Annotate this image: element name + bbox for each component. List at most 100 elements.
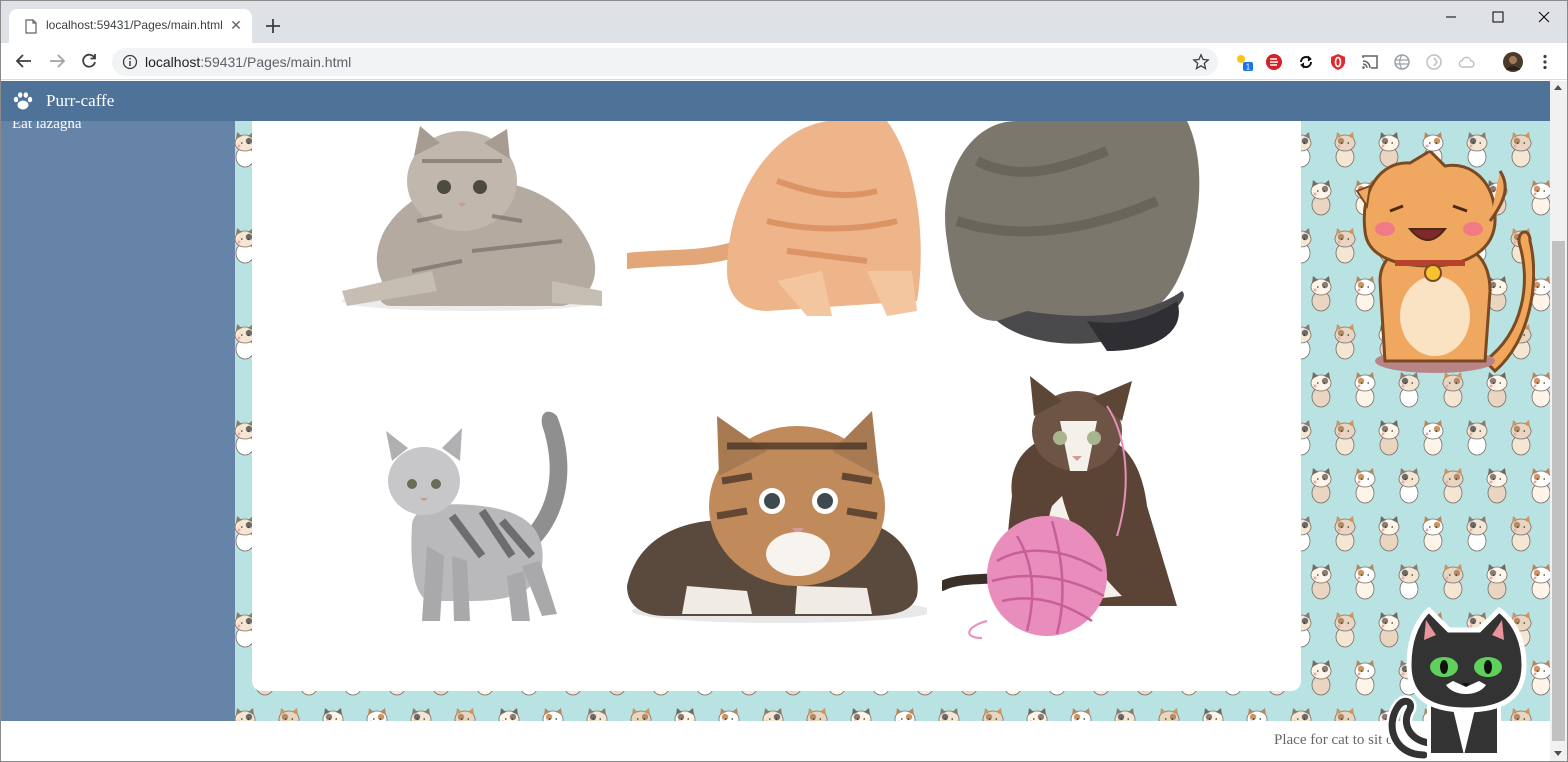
pattern-cat — [322, 708, 344, 721]
plus-icon[interactable] — [263, 16, 283, 36]
pattern-cat — [1202, 708, 1224, 721]
extension-notify-icon[interactable]: 1 — [1235, 53, 1253, 71]
pattern-cat — [938, 708, 960, 721]
paw-icon[interactable] — [12, 91, 34, 111]
pattern-cat — [1334, 228, 1356, 264]
pattern-cat — [1310, 564, 1332, 600]
tab-strip: localhost:59431/Pages/main.html ✕ — [1, 1, 1567, 43]
cast-icon[interactable] — [1361, 53, 1379, 71]
pattern-cat — [1070, 708, 1092, 721]
orange-kitten-stretching-image — [627, 121, 921, 316]
extension-opera-icon[interactable] — [1329, 53, 1347, 71]
cat-gallery — [252, 121, 1301, 691]
pattern-cat — [1422, 516, 1444, 552]
maximize-icon[interactable] — [1488, 7, 1508, 27]
scroll-thumb[interactable] — [1552, 241, 1565, 741]
pattern-cat — [1378, 516, 1400, 552]
pattern-cat — [1290, 708, 1312, 721]
browser-window: localhost:59431/Pages/main.html ✕ localh… — [0, 0, 1568, 762]
pattern-cat — [1114, 708, 1136, 721]
scroll-up-arrow-icon[interactable] — [1554, 85, 1562, 90]
pattern-cat — [1378, 420, 1400, 456]
url-path: :59431/Pages/main.html — [200, 54, 352, 70]
pattern-cat — [806, 708, 828, 721]
forward-icon[interactable] — [47, 51, 67, 71]
bookmark-star-icon[interactable] — [1192, 53, 1210, 71]
pattern-cat — [1510, 420, 1532, 456]
footer-text: Place for cat to sit on — [1274, 732, 1402, 748]
reload-icon[interactable] — [79, 51, 99, 71]
pattern-cat — [1310, 372, 1332, 408]
site-brand[interactable]: Purr-caffe — [46, 91, 114, 111]
page-icon — [25, 19, 37, 34]
pattern-cat — [366, 708, 388, 721]
pattern-cat — [630, 708, 652, 721]
url-text: localhost:59431/Pages/main.html — [145, 54, 351, 70]
pattern-cat — [278, 708, 300, 721]
pattern-cat — [1026, 708, 1048, 721]
pattern-cat — [718, 708, 740, 721]
pattern-cat — [235, 708, 256, 721]
pattern-cat — [1398, 564, 1420, 600]
back-icon[interactable] — [14, 51, 34, 71]
extension-globe-icon[interactable] — [1393, 53, 1411, 71]
pattern-cat — [1442, 564, 1464, 600]
menu-dots-icon[interactable] — [1536, 53, 1554, 71]
pattern-cat — [1334, 324, 1356, 360]
calico-kitten-with-pink-yarn-image — [942, 376, 1177, 639]
pattern-cat — [1354, 660, 1376, 696]
pattern-cat — [1310, 180, 1332, 216]
close-window-icon[interactable] — [1534, 7, 1554, 27]
pattern-cat — [1466, 420, 1488, 456]
pattern-cat — [1486, 564, 1508, 600]
pattern-cat — [1334, 612, 1356, 648]
pattern-cat — [894, 708, 916, 721]
pattern-cat — [1334, 708, 1356, 721]
avatar[interactable] — [1503, 52, 1523, 72]
web-page: Eat lazagna Purr-caffe Place for cat to … — [1, 81, 1550, 761]
extension-badge: 1 — [1246, 63, 1251, 72]
pattern-cat — [850, 708, 872, 721]
cloud-icon[interactable] — [1457, 53, 1475, 71]
pattern-cat — [1354, 564, 1376, 600]
pattern-cat — [498, 708, 520, 721]
extension-red-e-icon[interactable] — [1265, 53, 1283, 71]
cartoon-orange-cat-sticker — [1355, 151, 1535, 374]
url-host: localhost — [145, 54, 201, 70]
pattern-cat — [1530, 564, 1550, 600]
address-bar[interactable]: localhost:59431/Pages/main.html — [112, 48, 1218, 76]
brown-tabby-kitten-lying-image — [627, 411, 927, 623]
pattern-cat — [1442, 468, 1464, 504]
pattern-cat — [762, 708, 784, 721]
pattern-cat — [1530, 468, 1550, 504]
tab-title: localhost:59431/Pages/main.html — [46, 18, 223, 32]
pattern-cat — [1310, 276, 1332, 312]
pattern-cat — [1158, 708, 1180, 721]
pattern-cat — [1334, 516, 1356, 552]
scroll-down-arrow-icon[interactable] — [1554, 751, 1562, 756]
pattern-cat — [586, 708, 608, 721]
pattern-cat — [1246, 708, 1268, 721]
pattern-cat — [1334, 420, 1356, 456]
browser-toolbar: localhost:59431/Pages/main.html 1 — [1, 43, 1567, 80]
page-scrollbar[interactable] — [1550, 81, 1567, 761]
pattern-cat — [982, 708, 1004, 721]
extension-circle-icon[interactable] — [1425, 53, 1443, 71]
minimize-icon[interactable] — [1441, 7, 1461, 27]
pattern-cat — [1334, 132, 1356, 168]
pattern-cat — [674, 708, 696, 721]
pattern-cat — [1310, 660, 1332, 696]
grey-longhair-cat-sitting-image — [945, 121, 1200, 351]
pattern-cat — [1466, 516, 1488, 552]
close-tab-icon[interactable]: ✕ — [228, 17, 244, 33]
pattern-cat — [542, 708, 564, 721]
pattern-cat — [1310, 468, 1332, 504]
pattern-cat — [1486, 468, 1508, 504]
active-tab[interactable]: localhost:59431/Pages/main.html ✕ — [9, 9, 252, 43]
pattern-cat — [1354, 468, 1376, 504]
top-navbar: Purr-caffe — [1, 81, 1550, 121]
info-icon[interactable] — [122, 54, 138, 70]
pattern-cat — [1510, 516, 1532, 552]
tabby-kitten-crouching-image — [342, 126, 602, 311]
extension-sync-icon[interactable] — [1297, 53, 1315, 71]
